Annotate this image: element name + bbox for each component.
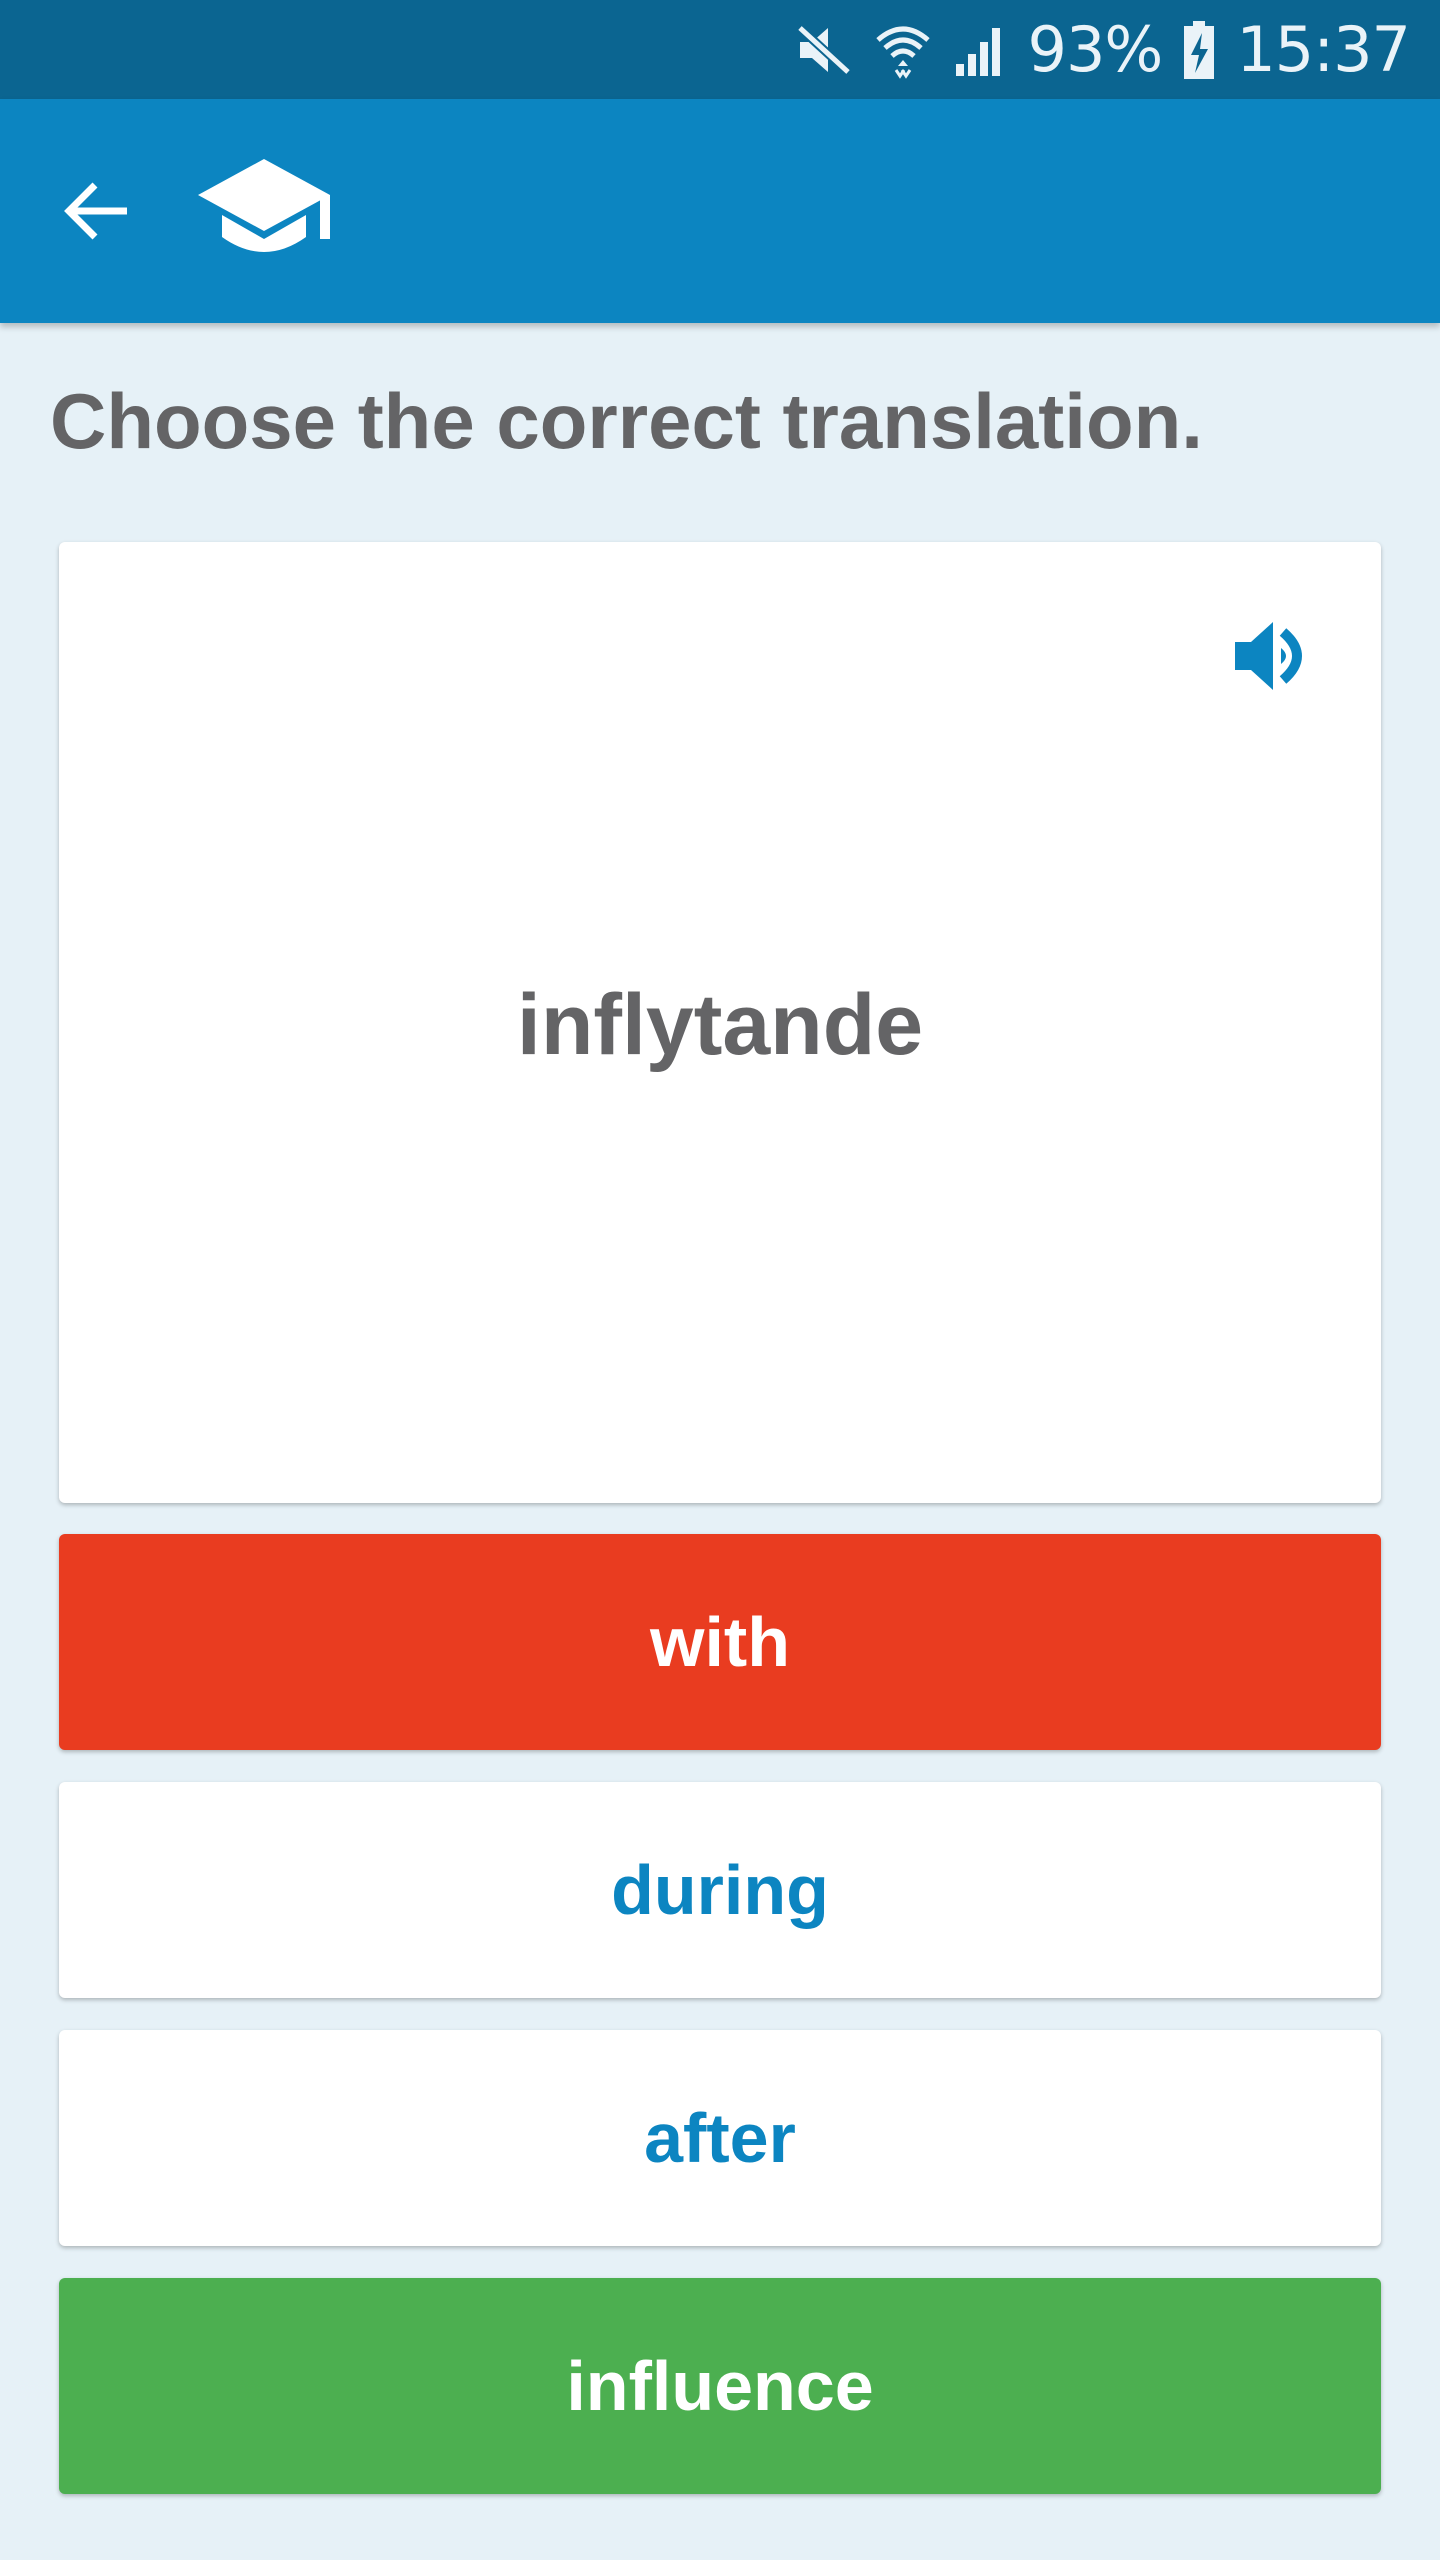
option-during[interactable]: during xyxy=(59,1782,1381,1998)
mute-icon xyxy=(796,24,851,75)
status-icons: 93% 15:37 xyxy=(794,0,1411,99)
quiz-word: inflytande xyxy=(516,977,924,1073)
wifi-icon xyxy=(875,26,930,79)
option-with[interactable]: with xyxy=(59,1534,1381,1750)
clock: 15:37 xyxy=(1236,12,1411,86)
graduation-cap-icon xyxy=(198,159,330,252)
speaker-icon xyxy=(1235,622,1302,690)
battery-charging-icon xyxy=(1184,20,1215,79)
word-card: inflytande xyxy=(59,542,1381,1503)
play-sound-button[interactable] xyxy=(1231,614,1315,698)
arrow-left-icon xyxy=(64,182,127,240)
app-bar xyxy=(0,99,1440,323)
battery-percent: 93% xyxy=(1027,12,1164,86)
option-influence[interactable]: influence xyxy=(59,2278,1381,2494)
option-after[interactable]: after xyxy=(59,2030,1381,2246)
back-button[interactable] xyxy=(48,167,144,255)
status-bar: 93% 15:37 xyxy=(0,0,1440,99)
instruction-text: Choose the correct translation. xyxy=(50,377,1203,465)
signal-icon xyxy=(955,27,1000,76)
